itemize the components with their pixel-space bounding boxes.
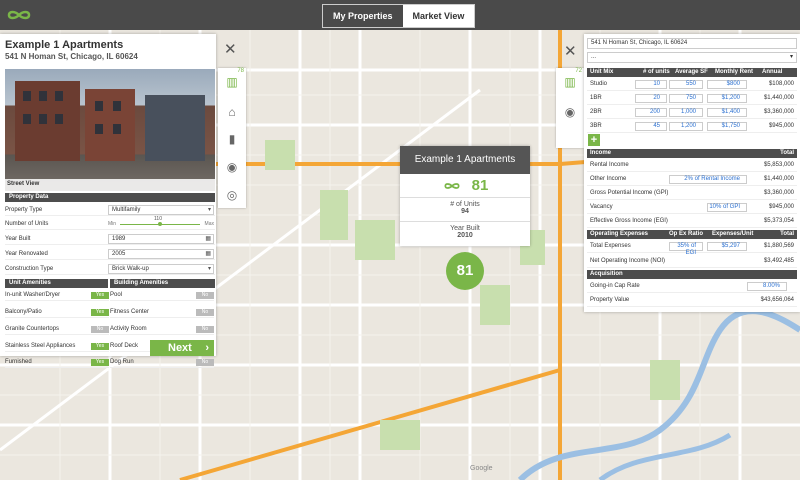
amenity-row: Activity Room No: [110, 324, 214, 335]
chevron-down-icon: ▾: [207, 206, 211, 213]
tab-my-properties[interactable]: My Properties: [323, 5, 403, 27]
field-year-renovated: Year Renovated 2005 ▦: [5, 248, 215, 260]
field-year-built: Year Built 1989 ▦: [5, 233, 215, 245]
calendar-icon[interactable]: ▦: [205, 250, 211, 258]
property-value-row: Property Value $43,656,064: [587, 294, 797, 307]
building-icon[interactable]: ▥: [223, 73, 241, 91]
opex-header: Operating Expenses Op Ex Ratio Expenses/Un…: [587, 230, 797, 239]
property-panel: Example 1 Apartments 541 N Homan St, Chi…: [0, 34, 237, 368]
unit-mix-row: 1BR 20 750 $1,200 $1,440,000: [587, 92, 797, 105]
field-number-of-units: Number of Units Min 110 Max: [5, 216, 215, 230]
opex-row: Total Expenses 35% of EGI $5,297 $1,880,569: [587, 240, 797, 256]
amenity-toggle[interactable]: Yes: [91, 291, 109, 299]
amenity-toggle[interactable]: No: [196, 308, 214, 316]
close-icon[interactable]: ✕: [224, 42, 237, 57]
field-construction-type: Construction Type Brick Walk-up ▾: [5, 263, 215, 275]
acquisition-header: Acquisition: [587, 270, 797, 279]
scenario-select[interactable]: ... ▾: [587, 52, 797, 63]
location-pin-icon[interactable]: ◉: [223, 158, 241, 176]
tab-market-view[interactable]: Market View: [402, 5, 475, 27]
panel-sidebar: 78 ▥ ⌂ ▮ ◉ ◎: [218, 68, 246, 208]
amenity-row: Stainless Steel Appliances Yes: [5, 341, 109, 352]
eye-icon[interactable]: ◎: [223, 186, 241, 204]
card-score-value: 81: [471, 177, 489, 194]
right-sidebar: 72 ▥ ◉: [556, 68, 584, 148]
amenity-row: Pool No: [110, 290, 214, 301]
income-row: Effective Gross Income (EGI) $5,373,054: [587, 215, 797, 228]
card-units: # of Units 94: [400, 198, 530, 222]
view-toggle: My Properties Market View: [322, 4, 476, 28]
amenity-toggle[interactable]: Yes: [91, 358, 109, 366]
calendar-icon[interactable]: ▦: [205, 235, 211, 243]
amenity-toggle[interactable]: No: [196, 291, 214, 299]
bank-icon[interactable]: ⌂: [223, 103, 241, 121]
logo-icon: [444, 182, 460, 189]
financials-panel: 541 N Homan St, Chicago, IL 60624 ... ▾ U…: [584, 34, 800, 312]
property-address: 541 N Homan St, Chicago, IL 60624: [5, 52, 138, 61]
chevron-down-icon: ▾: [207, 265, 211, 272]
next-button[interactable]: Next ›: [150, 340, 214, 356]
amenity-toggle[interactable]: No: [196, 325, 214, 333]
property-card[interactable]: Example 1 Apartments 81 # of Units 94 Yea…: [400, 146, 530, 246]
map-marker[interactable]: 81: [446, 252, 484, 290]
noi-row: Net Operating Income (NOI) $3,492,485: [587, 255, 797, 268]
bar-chart-icon[interactable]: ▮: [223, 130, 241, 148]
income-header: Income Total: [587, 149, 797, 158]
amenity-row: Furnished Yes: [5, 357, 109, 368]
income-row: Other Income 2% of Rental Income $1,440,00…: [587, 173, 797, 186]
units-slider[interactable]: Min 110 Max: [108, 216, 214, 229]
income-row: Rental Income $5,853,000: [587, 159, 797, 172]
amenity-toggle[interactable]: No: [196, 358, 214, 366]
building-icon[interactable]: ▥: [561, 73, 579, 91]
unit-mix-row: 3BR 45 1,200 $1,750 $945,000: [587, 120, 797, 133]
property-title: Example 1 Apartments: [5, 39, 124, 51]
amenity-toggle[interactable]: No: [91, 325, 109, 333]
field-property-type: Property Type Multifamily ▾: [5, 204, 215, 216]
year-built-input[interactable]: 1989 ▦: [108, 233, 214, 244]
slider-handle[interactable]: [158, 221, 162, 226]
building-amenities-header: Building Amenities: [110, 279, 215, 288]
construction-type-select[interactable]: Brick Walk-up ▾: [108, 263, 214, 274]
income-row: Gross Potential Income (GPI) $3,360,000: [587, 187, 797, 200]
amenity-toggle[interactable]: Yes: [91, 342, 109, 350]
location-pin-icon[interactable]: ◉: [561, 103, 579, 121]
amenity-row: In-unit Washer/Dryer Yes: [5, 290, 109, 301]
street-view-photo[interactable]: Street View: [5, 69, 215, 191]
photo-caption: Street View: [5, 179, 215, 191]
property-data-header: Property Data: [5, 193, 215, 202]
close-icon[interactable]: ✕: [564, 44, 577, 59]
address-input[interactable]: 541 N Homan St, Chicago, IL 60624: [587, 38, 797, 49]
unit-mix-header: Unit Mix # of units Average SF Monthly Ren…: [587, 68, 797, 84]
income-row: Vacancy 10% of GPI $945,000: [587, 201, 797, 214]
card-score: 81: [400, 174, 530, 198]
property-type-select[interactable]: Multifamily ▾: [108, 204, 214, 215]
unit-amenities-header: Unit Amenities: [5, 279, 108, 288]
add-unit-type-button[interactable]: +: [588, 134, 600, 146]
chevron-down-icon: ▾: [789, 54, 793, 60]
unit-mix-row: 2BR 200 1,000 $1,400 $3,360,000: [587, 106, 797, 119]
card-year-built: Year Built 2010: [450, 225, 480, 239]
amenity-row: Granite Countertops No: [5, 324, 109, 335]
cap-rate-row: Going-in Cap Rate 8.00%: [587, 280, 797, 293]
amenity-row: Fitness Center No: [110, 307, 214, 318]
map-credit: Google: [470, 465, 493, 472]
logo-icon: [7, 10, 31, 20]
card-title: Example 1 Apartments: [400, 146, 530, 174]
unit-mix-row: Studio 10 550 $800 $108,000: [587, 78, 797, 91]
year-renovated-input[interactable]: 2005 ▦: [108, 248, 214, 259]
amenity-row: Dog Run No: [110, 357, 214, 368]
amenity-toggle[interactable]: Yes: [91, 308, 109, 316]
chevron-right-icon: ›: [205, 342, 209, 354]
top-bar: My Properties Market View: [0, 0, 800, 30]
amenity-row: Balcony/Patio Yes: [5, 307, 109, 318]
